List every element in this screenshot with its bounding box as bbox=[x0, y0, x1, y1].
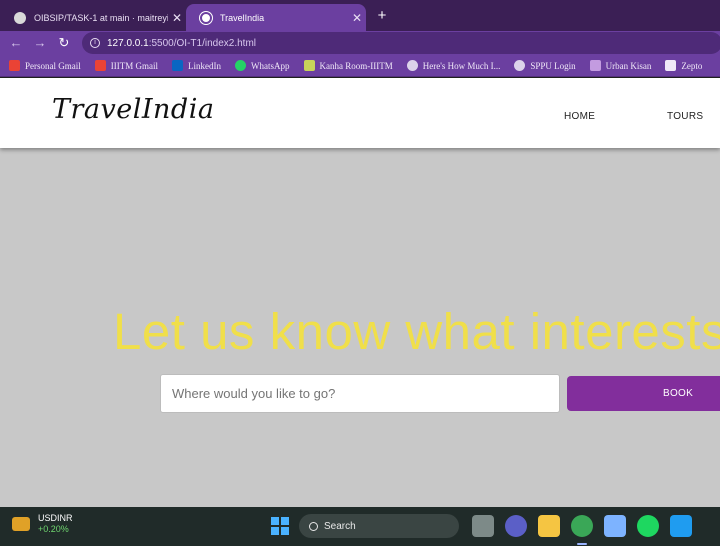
browser-toolbar: ← → ↻ i 127.0.0.1 :5500/OI-T1/index2.htm… bbox=[0, 31, 720, 55]
windows-start-icon[interactable] bbox=[271, 517, 289, 535]
teams-icon[interactable] bbox=[505, 515, 527, 537]
bookmark-label: LinkedIn bbox=[188, 60, 221, 71]
nav-tours-link[interactable]: TOURS bbox=[667, 111, 703, 122]
windows-taskbar: USDINR +0.20% Search bbox=[0, 507, 720, 546]
gmail-icon bbox=[9, 60, 20, 71]
forward-button[interactable]: → bbox=[30, 33, 50, 53]
tab-github[interactable]: OIBSIP/TASK-1 at main · maitreyi ✕ bbox=[0, 4, 186, 31]
url-path: :5500/OI-T1/index2.html bbox=[148, 37, 256, 49]
bookmark-sppu-login[interactable]: SPPU Login bbox=[514, 60, 576, 71]
github-icon bbox=[14, 11, 26, 24]
site-info-icon[interactable]: i bbox=[90, 38, 100, 48]
book-button[interactable]: BOOK bbox=[567, 376, 720, 411]
bookmark-label: IIITM Gmail bbox=[110, 60, 158, 71]
whatsapp-icon bbox=[235, 60, 246, 71]
bookmark-iiitm-gmail[interactable]: IIITM Gmail bbox=[94, 60, 158, 71]
search-icon bbox=[309, 521, 318, 531]
bookmark-label: SPPU Login bbox=[530, 60, 576, 71]
reload-button[interactable]: ↻ bbox=[54, 33, 74, 53]
bookmark-whatsapp[interactable]: WhatsApp bbox=[235, 60, 290, 71]
bookmark-urban-kisan[interactable]: Urban Kisan bbox=[589, 60, 652, 71]
vscode-icon[interactable] bbox=[670, 515, 692, 537]
close-tab-icon[interactable]: ✕ bbox=[168, 11, 186, 25]
zepto-icon bbox=[665, 60, 677, 71]
snipping-tool-icon[interactable] bbox=[604, 515, 626, 537]
task-view-icon[interactable] bbox=[472, 515, 494, 537]
ticker-name: USDINR bbox=[38, 513, 73, 523]
spotify-icon[interactable] bbox=[637, 515, 659, 537]
bookmark-label: WhatsApp bbox=[251, 60, 290, 71]
hero-title: Let us know what interests you bbox=[113, 303, 720, 360]
bookmark-label: Urban Kisan bbox=[605, 60, 652, 71]
bookmark-label: Personal Gmail bbox=[25, 60, 81, 71]
bookmark-personal-gmail[interactable]: Personal Gmail bbox=[9, 60, 81, 71]
bookmark-zepto[interactable]: Zepto bbox=[665, 60, 702, 71]
linkedin-icon bbox=[172, 60, 183, 71]
chrome-icon[interactable] bbox=[571, 515, 593, 537]
gmail-icon bbox=[94, 60, 106, 71]
tab-title: TravelIndia bbox=[220, 12, 265, 23]
globe-icon bbox=[514, 60, 526, 71]
bookmark-heres-how-much[interactable]: Here's How Much I... bbox=[406, 60, 501, 71]
bookmark-label: Kanha Room-IIITM bbox=[319, 60, 393, 71]
globe-icon bbox=[200, 11, 212, 24]
web-page: TravelIndia HOME TOURS Let us know what … bbox=[0, 78, 720, 507]
site-navbar: TravelIndia HOME TOURS bbox=[0, 78, 720, 148]
site-logo[interactable]: TravelIndia bbox=[52, 94, 214, 125]
address-bar[interactable]: i 127.0.0.1 :5500/OI-T1/index2.html bbox=[82, 32, 720, 54]
bookmark-linkedin[interactable]: LinkedIn bbox=[172, 60, 221, 71]
close-tab-icon[interactable]: ✕ bbox=[348, 11, 366, 25]
active-app-indicator bbox=[577, 543, 587, 545]
taskbar-search-box[interactable]: Search bbox=[299, 514, 459, 538]
bookmark-kanha-room[interactable]: Kanha Room-IIITM bbox=[303, 60, 393, 71]
stock-ticker-widget[interactable]: USDINR +0.20% bbox=[12, 513, 73, 535]
taskbar-search-label: Search bbox=[324, 520, 356, 532]
nav-home-link[interactable]: HOME bbox=[564, 111, 595, 122]
urban-kisan-icon bbox=[589, 60, 601, 71]
tab-title: OIBSIP/TASK-1 at main · maitreyi bbox=[34, 12, 168, 23]
new-tab-button[interactable]: + bbox=[372, 6, 392, 26]
back-button[interactable]: ← bbox=[6, 33, 26, 53]
file-explorer-icon[interactable] bbox=[538, 515, 560, 537]
destination-search-input[interactable] bbox=[160, 374, 560, 413]
tab-travelindia[interactable]: TravelIndia ✕ bbox=[186, 4, 366, 31]
currency-icon bbox=[12, 517, 30, 531]
bookmark-label: Here's How Much I... bbox=[422, 60, 501, 71]
ticker-change: +0.20% bbox=[38, 524, 69, 534]
globe-icon bbox=[406, 60, 418, 71]
bookmark-label: Zepto bbox=[681, 60, 703, 71]
bookmarks-bar: Personal Gmail IIITM Gmail LinkedIn What… bbox=[0, 55, 720, 77]
browser-tab-strip: OIBSIP/TASK-1 at main · maitreyi ✕ Trave… bbox=[0, 0, 720, 31]
url-host: 127.0.0.1 bbox=[107, 37, 149, 49]
maps-icon bbox=[303, 60, 315, 71]
